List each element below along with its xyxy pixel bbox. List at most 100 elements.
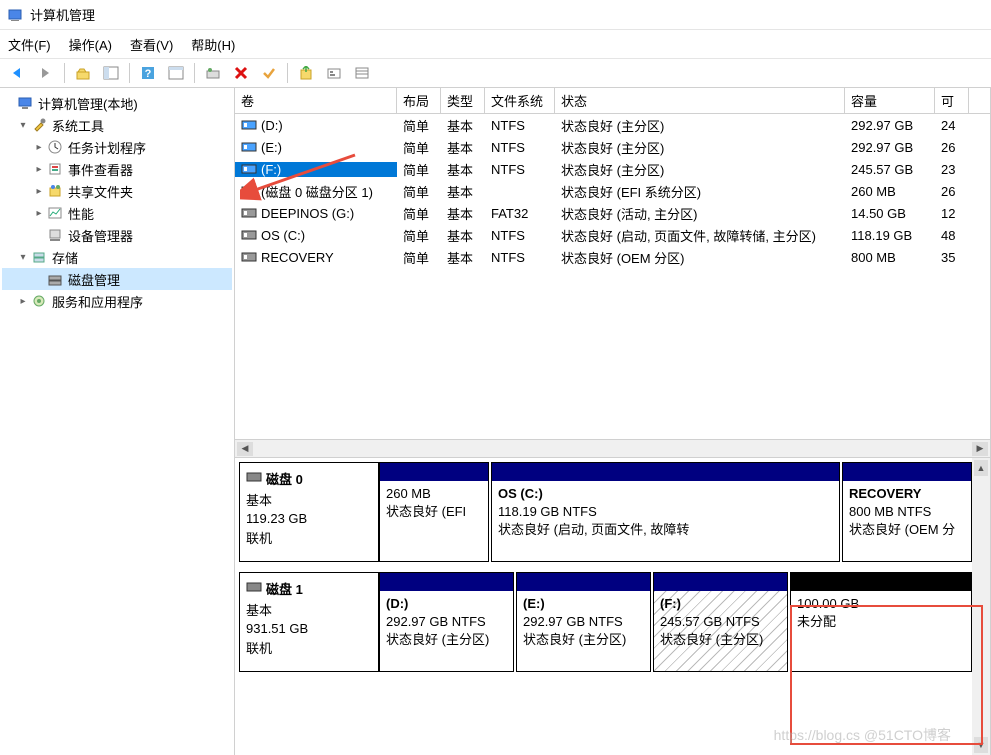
expander-icon[interactable]: ▾ (16, 120, 30, 131)
part-line2: 状态良好 (EFI (386, 503, 482, 521)
expander-icon[interactable]: ▸ (32, 142, 46, 153)
expander-icon[interactable]: ▸ (32, 186, 46, 197)
toolbar: ? (0, 58, 991, 88)
volume-icon (241, 229, 257, 241)
cell-volume: DEEPINOS (G:) (235, 206, 397, 221)
tree-disk-management[interactable]: 磁盘管理 (2, 268, 232, 290)
cell-type: 基本 (441, 226, 485, 245)
col-capacity[interactable]: 容量 (845, 88, 935, 113)
disk0-state: 联机 (246, 528, 372, 547)
volume-row[interactable]: (D:)简单基本NTFS状态良好 (主分区)292.97 GB24 (235, 114, 990, 136)
part-line2: 状态良好 (启动, 页面文件, 故障转 (498, 521, 833, 539)
scroll-up-icon[interactable]: ▲ (974, 460, 988, 476)
vertical-scrollbar[interactable]: ▲ ▼ (972, 458, 990, 755)
properties-button[interactable] (164, 61, 188, 85)
part-line2: 状态良好 (主分区) (386, 631, 507, 649)
tree-performance[interactable]: ▸ 性能 (2, 202, 232, 224)
disk0-size: 119.23 GB (246, 511, 372, 526)
toolbar-separator (194, 63, 195, 83)
partition-bar (492, 463, 839, 481)
volume-row[interactable]: DEEPINOS (G:)简单基本FAT32状态良好 (活动, 主分区)14.5… (235, 202, 990, 224)
cell-volume: (F:) (235, 162, 397, 177)
cell-capacity: 292.97 GB (845, 140, 935, 155)
tree-shared-folders[interactable]: ▸ 共享文件夹 (2, 180, 232, 202)
cell-layout: 简单 (397, 226, 441, 245)
tree-storage[interactable]: ▾ 存储 (2, 246, 232, 268)
up-button[interactable] (71, 61, 95, 85)
help-button[interactable]: ? (136, 61, 160, 85)
expander-icon[interactable]: ▸ (32, 208, 46, 219)
col-status[interactable]: 状态 (555, 88, 845, 113)
expander-icon[interactable]: ▸ (16, 296, 30, 307)
partition-bar (380, 463, 488, 481)
tree-event-viewer[interactable]: ▸ 事件查看器 (2, 158, 232, 180)
disk0-part1[interactable]: 260 MB 状态良好 (EFI (379, 462, 489, 562)
show-hide-tree-button[interactable] (99, 61, 123, 85)
col-volume[interactable]: 卷 (235, 88, 397, 113)
volume-row[interactable]: (E:)简单基本NTFS状态良好 (主分区)292.97 GB26 (235, 136, 990, 158)
export-button[interactable] (294, 61, 318, 85)
clock-icon (46, 139, 64, 155)
scroll-down-icon[interactable]: ▼ (974, 737, 988, 753)
menu-view[interactable]: 查看(V) (130, 35, 173, 54)
cell-capacity: 800 MB (845, 250, 935, 265)
col-type[interactable]: 类型 (441, 88, 485, 113)
col-filesystem[interactable]: 文件系统 (485, 88, 555, 113)
volume-row[interactable]: (F:)简单基本NTFS状态良好 (主分区)245.57 GB23 (235, 158, 990, 180)
tree-device-manager[interactable]: 设备管理器 (2, 224, 232, 246)
col-layout[interactable]: 布局 (397, 88, 441, 113)
expander-icon[interactable]: ▸ (32, 164, 46, 175)
disk1-info[interactable]: 磁盘 1 基本 931.51 GB 联机 (239, 572, 379, 672)
disk1-unallocated[interactable]: 100.00 GB 未分配 (790, 572, 972, 672)
menu-action[interactable]: 操作(A) (69, 35, 112, 54)
disk-row-1: 磁盘 1 基本 931.51 GB 联机 (D:) 292.97 GB NTFS… (239, 572, 972, 672)
cell-filesystem: FAT32 (485, 206, 555, 221)
tree-services-apps[interactable]: ▸ 服务和应用程序 (2, 290, 232, 312)
cell-capacity: 260 MB (845, 184, 935, 199)
delete-button[interactable] (229, 61, 253, 85)
horizontal-scrollbar[interactable]: ◀ ▶ (235, 439, 990, 457)
tree-root[interactable]: 计算机管理(本地) (2, 92, 232, 114)
storage-icon (30, 249, 48, 265)
scroll-left-icon[interactable]: ◀ (237, 442, 253, 456)
cell-free: 26 (935, 184, 969, 199)
cell-capacity: 118.19 GB (845, 228, 935, 243)
menu-help[interactable]: 帮助(H) (191, 35, 235, 54)
cell-volume: OS (C:) (235, 228, 397, 243)
disk1-part-e[interactable]: (E:) 292.97 GB NTFS 状态良好 (主分区) (516, 572, 651, 672)
app-icon (6, 6, 24, 24)
check-button[interactable] (257, 61, 281, 85)
refresh-button[interactable] (201, 61, 225, 85)
disk1-part-f[interactable]: (F:) 245.57 GB NTFS 状态良好 (主分区) (653, 572, 788, 672)
volume-icon (241, 119, 257, 131)
cell-capacity: 245.57 GB (845, 162, 935, 177)
part-name: (F:) (660, 595, 781, 613)
grid-body[interactable]: (D:)简单基本NTFS状态良好 (主分区)292.97 GB24(E:)简单基… (235, 114, 990, 439)
forward-button[interactable] (34, 61, 58, 85)
tree-label: 事件查看器 (68, 160, 133, 179)
nav-tree[interactable]: 计算机管理(本地) ▾ 系统工具 ▸ 任务计划程序 ▸ 事件查看器 ▸ 共享文件… (0, 88, 235, 755)
tree-system-tools[interactable]: ▾ 系统工具 (2, 114, 232, 136)
cell-volume: (E:) (235, 140, 397, 155)
cell-type: 基本 (441, 138, 485, 157)
disk0-title: 磁盘 0 (266, 469, 303, 488)
shared-icon (46, 183, 64, 199)
scroll-right-icon[interactable]: ▶ (972, 442, 988, 456)
disk1-part-d[interactable]: (D:) 292.97 GB NTFS 状态良好 (主分区) (379, 572, 514, 672)
volume-row[interactable]: OS (C:)简单基本NTFS状态良好 (启动, 页面文件, 故障转储, 主分区… (235, 224, 990, 246)
list-button[interactable] (350, 61, 374, 85)
disk0-info[interactable]: 磁盘 0 基本 119.23 GB 联机 (239, 462, 379, 562)
disk0-part2[interactable]: OS (C:) 118.19 GB NTFS 状态良好 (启动, 页面文件, 故… (491, 462, 840, 562)
part-line1: 800 MB NTFS (849, 503, 965, 521)
disk0-part3[interactable]: RECOVERY 800 MB NTFS 状态良好 (OEM 分 (842, 462, 972, 562)
cell-status: 状态良好 (主分区) (555, 116, 845, 135)
back-button[interactable] (6, 61, 30, 85)
tree-task-scheduler[interactable]: ▸ 任务计划程序 (2, 136, 232, 158)
volume-row[interactable]: RECOVERY简单基本NTFS状态良好 (OEM 分区)800 MB35 (235, 246, 990, 268)
volume-row[interactable]: (磁盘 0 磁盘分区 1)简单基本状态良好 (EFI 系统分区)260 MB26 (235, 180, 990, 202)
expander-icon[interactable]: ▾ (16, 252, 30, 263)
menu-file[interactable]: 文件(F) (8, 35, 51, 54)
settings-button[interactable] (322, 61, 346, 85)
col-free[interactable]: 可 (935, 88, 969, 113)
cell-layout: 简单 (397, 138, 441, 157)
